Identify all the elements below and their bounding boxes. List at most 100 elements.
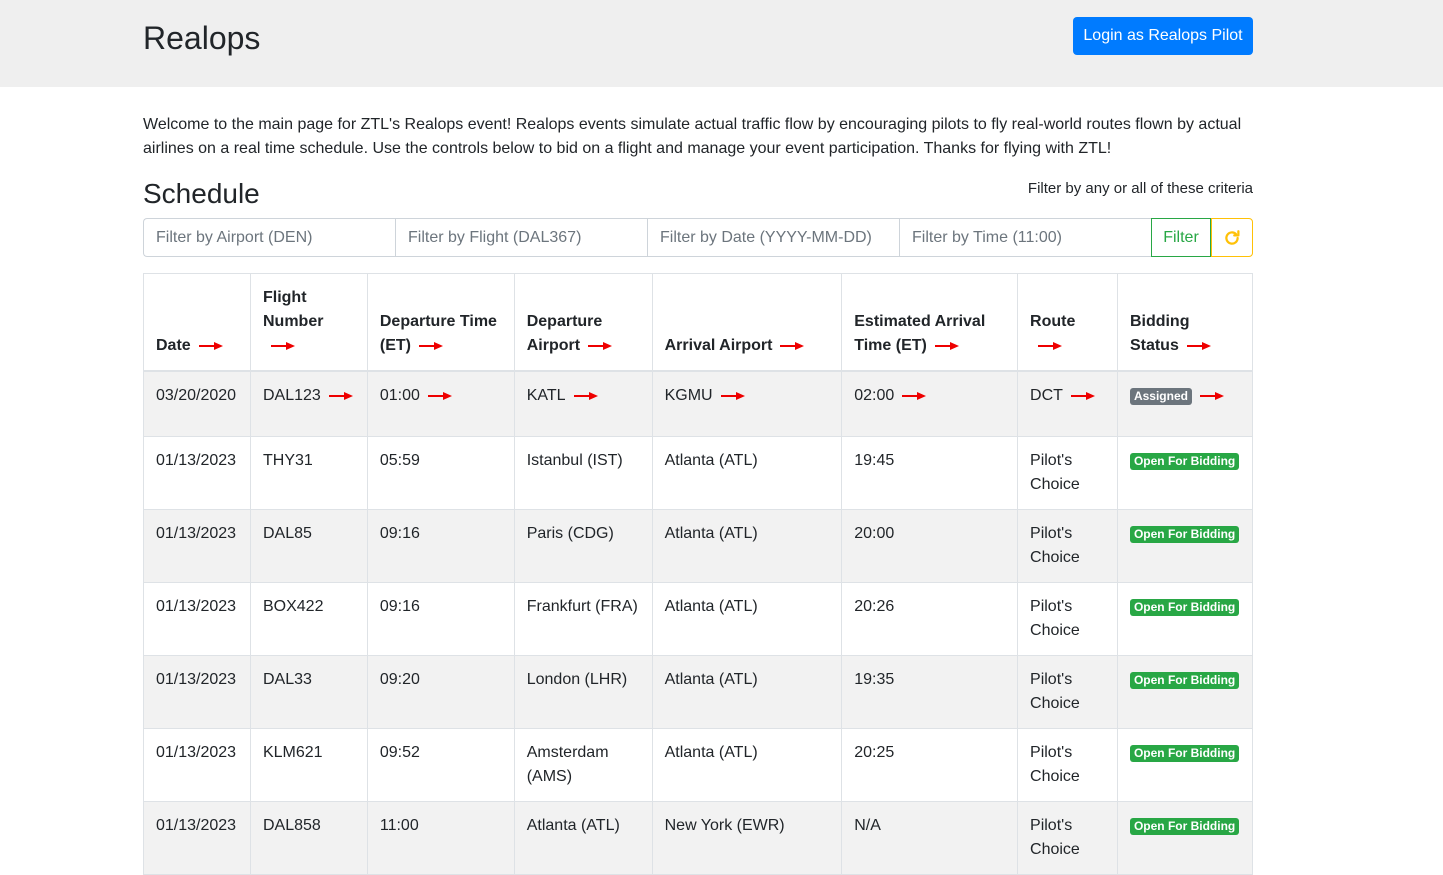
annotation-arrow-icon (720, 391, 745, 400)
status-badge[interactable]: Open For Bidding (1129, 671, 1240, 689)
schedule-heading: Schedule (143, 178, 260, 209)
filter-bar: Filter (143, 218, 1253, 257)
cell-arr-airport: KGMU (651, 370, 843, 437)
annotation-arrow-icon (934, 341, 959, 350)
cell-dep-airport: London (LHR) (513, 654, 653, 729)
cell-dep-airport: Atlanta (ATL) (513, 800, 653, 875)
cell-status: Open For Bidding (1116, 800, 1254, 875)
brand-title[interactable]: Realops (143, 16, 260, 60)
annotation-arrow-icon (573, 391, 598, 400)
cell-date: 01/13/2023 (143, 654, 251, 729)
cell-dep-airport: Amsterdam (AMS) (513, 727, 653, 802)
login-button[interactable]: Login as Realops Pilot (1073, 17, 1253, 55)
cell-route: Pilot's Choice (1017, 800, 1118, 875)
refresh-icon (1225, 229, 1240, 245)
status-badge[interactable]: Open For Bidding (1129, 598, 1240, 616)
table-row[interactable]: 01/13/2023 THY31 05:59 Istanbul (IST) At… (143, 435, 1254, 510)
col-header-arrival-airport: Arrival Airport (651, 273, 843, 372)
cell-status: Open For Bidding (1116, 654, 1254, 729)
col-header-estimated-arrival: Estimated Arrival Time (ET) (841, 273, 1019, 372)
cell-route: Pilot's Choice (1017, 508, 1118, 583)
cell-flight: DAL123 (249, 370, 368, 437)
status-badge[interactable]: Open For Bidding (1129, 452, 1240, 470)
schedule-table: Date Flight Number Departure Time (ET) D… (143, 273, 1254, 875)
cell-date: 01/13/2023 (143, 435, 251, 510)
cell-arr-airport: Atlanta (ATL) (651, 508, 843, 583)
cell-eta: 02:00 (841, 370, 1019, 437)
cell-flight: THY31 (249, 435, 368, 510)
cell-date: 01/13/2023 (143, 581, 251, 656)
table-row[interactable]: 01/13/2023 DAL33 09:20 London (LHR) Atla… (143, 654, 1254, 729)
cell-flight: BOX422 (249, 581, 368, 656)
cell-arr-airport: Atlanta (ATL) (651, 435, 843, 510)
cell-flight: DAL33 (249, 654, 368, 729)
cell-dep-airport: KATL (513, 370, 653, 437)
cell-status: Open For Bidding (1116, 727, 1254, 802)
cell-status: Open For Bidding (1116, 581, 1254, 656)
table-row[interactable]: 01/13/2023 BOX422 09:16 Frankfurt (FRA) … (143, 581, 1254, 656)
col-header-departure-time: Departure Time (ET) (366, 273, 515, 372)
cell-dep-airport: Istanbul (IST) (513, 435, 653, 510)
cell-date: 01/13/2023 (143, 508, 251, 583)
cell-flight: KLM621 (249, 727, 368, 802)
cell-flight: DAL85 (249, 508, 368, 583)
status-badge: Assigned (1129, 388, 1192, 405)
col-header-date: Date (143, 273, 251, 372)
table-header-row: Date Flight Number Departure Time (ET) D… (143, 273, 1254, 372)
cell-arr-airport: Atlanta (ATL) (651, 581, 843, 656)
cell-dep-time: 09:16 (366, 581, 515, 656)
cell-date: 03/20/2020 (143, 370, 251, 437)
cell-arr-airport: Atlanta (ATL) (651, 654, 843, 729)
cell-eta: 20:26 (841, 581, 1019, 656)
table-row[interactable]: 03/20/2020 DAL123 01:00 KATL KGMU 02:00 … (143, 370, 1254, 437)
cell-route: Pilot's Choice (1017, 727, 1118, 802)
intro-text: Welcome to the main page for ZTL's Realo… (143, 116, 1242, 157)
cell-arr-airport: Atlanta (ATL) (651, 727, 843, 802)
table-row[interactable]: 01/13/2023 KLM621 09:52 Amsterdam (AMS) … (143, 727, 1254, 802)
annotation-arrow-icon (1038, 341, 1063, 350)
cell-route: Pilot's Choice (1017, 435, 1118, 510)
annotation-arrow-icon (418, 341, 443, 350)
table-row[interactable]: 01/13/2023 DAL858 11:00 Atlanta (ATL) Ne… (143, 800, 1254, 875)
annotation-arrow-icon (328, 391, 353, 400)
cell-dep-time: 01:00 (366, 370, 515, 437)
cell-route: Pilot's Choice (1017, 581, 1118, 656)
cell-flight: DAL858 (249, 800, 368, 875)
cell-arr-airport: New York (EWR) (651, 800, 843, 875)
annotation-arrow-icon (1186, 341, 1211, 350)
time-filter-input[interactable] (899, 218, 1151, 257)
annotation-arrow-icon (198, 341, 223, 350)
filter-hint: Filter by any or all of these criteria (1027, 180, 1253, 197)
annotation-arrow-icon (1199, 391, 1224, 400)
airport-filter-input[interactable] (143, 218, 395, 257)
filter-button[interactable]: Filter (1151, 218, 1211, 257)
cell-dep-time: 09:16 (366, 508, 515, 583)
table-row[interactable]: 01/13/2023 DAL85 09:16 Paris (CDG) Atlan… (143, 508, 1254, 583)
cell-status: Assigned (1116, 370, 1254, 437)
col-header-departure-airport: Departure Airport (513, 273, 653, 372)
reset-filter-button[interactable] (1211, 218, 1253, 257)
cell-status: Open For Bidding (1116, 508, 1254, 583)
cell-dep-airport: Paris (CDG) (513, 508, 653, 583)
cell-eta: 20:25 (841, 727, 1019, 802)
status-badge[interactable]: Open For Bidding (1129, 525, 1240, 543)
cell-route: DCT (1017, 370, 1118, 437)
annotation-arrow-icon (270, 341, 295, 350)
col-header-route: Route (1017, 273, 1118, 372)
col-header-bidding-status: Bidding Status (1116, 273, 1254, 372)
cell-dep-airport: Frankfurt (FRA) (513, 581, 653, 656)
flight-filter-input[interactable] (395, 218, 647, 257)
annotation-arrow-icon (902, 391, 927, 400)
cell-eta: 19:35 (841, 654, 1019, 729)
status-badge[interactable]: Open For Bidding (1129, 744, 1240, 762)
cell-dep-time: 09:52 (366, 727, 515, 802)
annotation-arrow-icon (1070, 391, 1095, 400)
annotation-arrow-icon (780, 341, 805, 350)
top-header: Realops Login as Realops Pilot (0, 0, 1443, 87)
cell-route: Pilot's Choice (1017, 654, 1118, 729)
date-filter-input[interactable] (647, 218, 899, 257)
annotation-arrow-icon (427, 391, 452, 400)
cell-eta: N/A (841, 800, 1019, 875)
cell-date: 01/13/2023 (143, 800, 251, 875)
col-header-flight-number: Flight Number (249, 273, 368, 372)
